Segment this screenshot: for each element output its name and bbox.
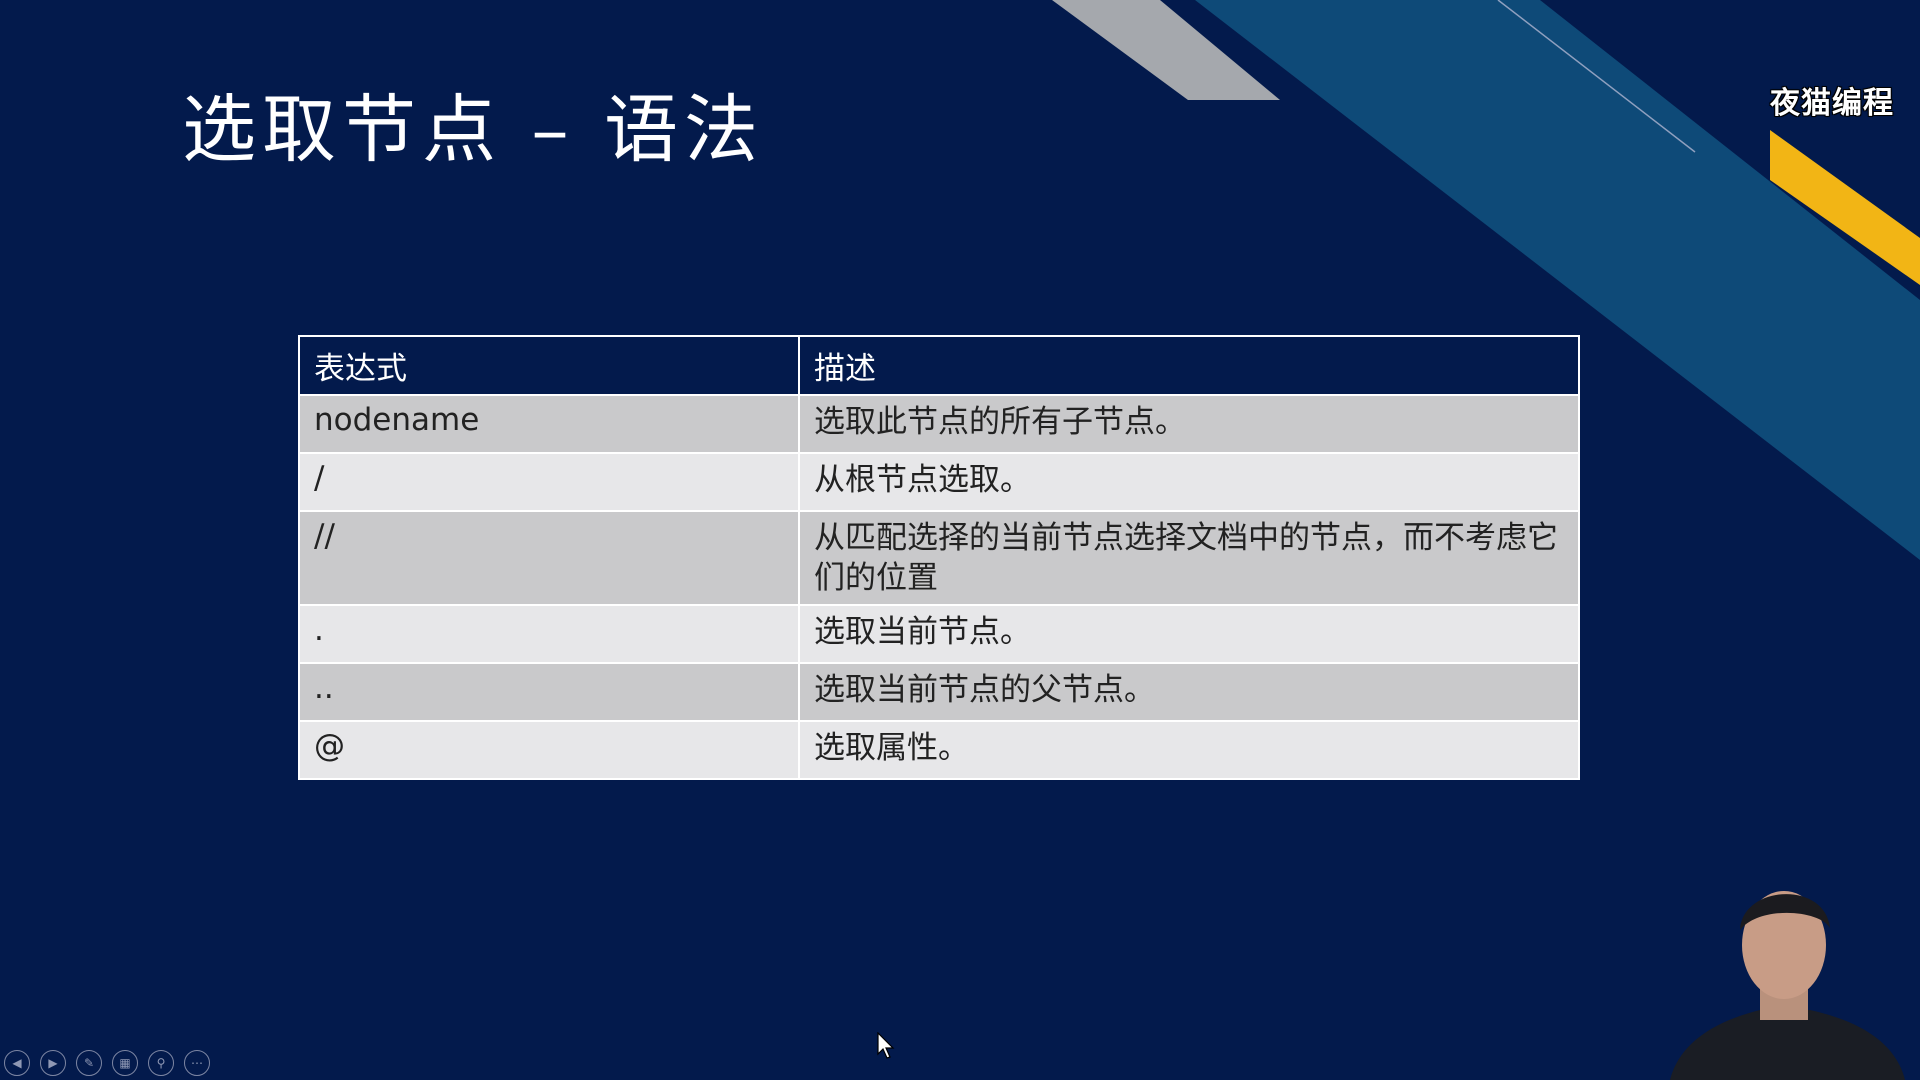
expression-cell: . — [298, 604, 800, 664]
presenter-shoulders — [1670, 1010, 1905, 1080]
description-cell: 从根节点选取。 — [798, 452, 1580, 512]
description-cell: 选取当前节点。 — [798, 604, 1580, 664]
slide: 选取节点 – 语法 夜猫编程 表达式 描述 nodename 选取此节点的所有子… — [0, 0, 1920, 1080]
syntax-table: 表达式 描述 nodename 选取此节点的所有子节点。 / 从根节点选取。 /… — [298, 335, 1580, 780]
expression-cell: / — [298, 452, 800, 512]
expression-cell: @ — [298, 720, 800, 780]
table-row: / 从根节点选取。 — [298, 452, 1580, 512]
table-header-row: 表达式 描述 — [298, 335, 1580, 396]
expression-cell: nodename — [298, 394, 800, 454]
table-row: nodename 选取此节点的所有子节点。 — [298, 394, 1580, 454]
previous-icon[interactable]: ◀ — [4, 1050, 30, 1076]
table-row: @ 选取属性。 — [298, 720, 1580, 780]
next-icon[interactable]: ▶ — [40, 1050, 66, 1076]
table-row: . 选取当前节点。 — [298, 604, 1580, 664]
column-header-description: 描述 — [798, 335, 1580, 396]
description-cell: 选取属性。 — [798, 720, 1580, 780]
description-cell: 从匹配选择的当前节点选择文档中的节点，而不考虑它们的位置 — [798, 510, 1580, 606]
description-cell: 选取此节点的所有子节点。 — [798, 394, 1580, 454]
expression-cell: .. — [298, 662, 800, 722]
mouse-cursor-icon — [877, 1032, 895, 1059]
expression-cell: // — [298, 510, 800, 606]
presentation-controls: ◀ ▶ ✎ ▦ ⚲ ⋯ — [4, 1050, 210, 1076]
more-icon[interactable]: ⋯ — [184, 1050, 210, 1076]
description-cell: 选取当前节点的父节点。 — [798, 662, 1580, 722]
table-row: .. 选取当前节点的父节点。 — [298, 662, 1580, 722]
slides-icon[interactable]: ▦ — [112, 1050, 138, 1076]
pen-icon[interactable]: ✎ — [76, 1050, 102, 1076]
column-header-expression: 表达式 — [298, 335, 800, 396]
presenter-webcam — [1670, 891, 1905, 1080]
zoom-icon[interactable]: ⚲ — [148, 1050, 174, 1076]
table-row: // 从匹配选择的当前节点选择文档中的节点，而不考虑它们的位置 — [298, 510, 1580, 606]
slide-title: 选取节点 – 语法 — [182, 87, 765, 173]
brand-logo: 夜猫编程 — [1770, 86, 1894, 121]
